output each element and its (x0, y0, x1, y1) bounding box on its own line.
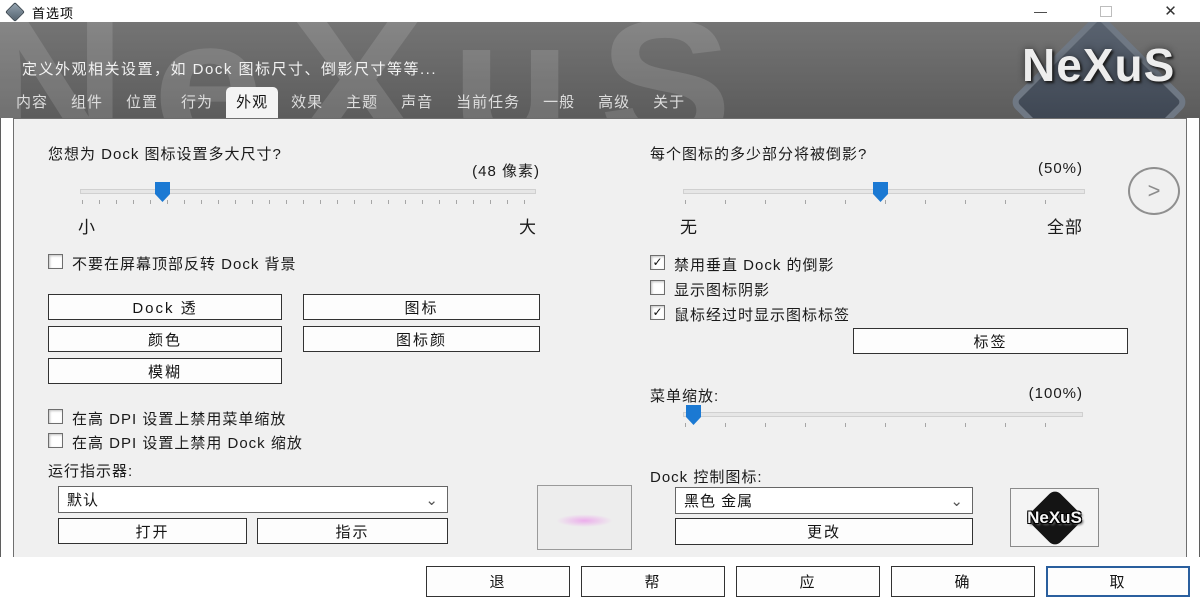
exit-button[interactable]: 退 (426, 566, 570, 597)
indicator-preview-box (537, 485, 632, 550)
disable-menu-zoom-high-dpi-checkbox[interactable] (48, 409, 63, 424)
menu-zoom-value: (100%) (920, 385, 1083, 402)
icon-size-value: (48 像素) (350, 160, 540, 181)
minimize-button[interactable]: — (1018, 0, 1063, 22)
close-button[interactable]: ✕ (1148, 0, 1193, 22)
reflection-value: (50%) (900, 160, 1083, 177)
disable-vertical-dock-reflection-label: 禁用垂直 Dock 的倒影 (674, 254, 835, 275)
tab-modules[interactable]: 组件 (61, 87, 113, 118)
reflection-min-label: 无 (680, 213, 698, 238)
chevron-down-icon: ⌄ (425, 491, 439, 509)
disable-vertical-dock-reflection-checkbox[interactable] (650, 255, 665, 270)
right-arrow-icon: > (1148, 178, 1161, 204)
blur-button[interactable]: 模糊 (48, 358, 282, 384)
indicate-button[interactable]: 指示 (257, 518, 448, 544)
running-indicator-selected-value: 默认 (67, 489, 99, 510)
tab-position[interactable]: 位置 (116, 87, 168, 118)
window-title: 首选项 (32, 3, 74, 22)
dock-control-icon-preview: NeXuS (1010, 488, 1099, 547)
running-indicator-select[interactable]: 默认 ⌄ (58, 486, 448, 513)
cancel-button[interactable]: 取 (1046, 566, 1190, 597)
nexus-mini-logo-text: NeXuS (1027, 508, 1082, 528)
disable-dock-zoom-high-dpi-checkbox[interactable] (48, 433, 63, 448)
tab-general[interactable]: 一般 (533, 87, 585, 118)
running-indicator-label: 运行指示器: (48, 460, 133, 481)
open-button[interactable]: 打开 (58, 518, 247, 544)
tab-description: 定义外观相关设置，如 Dock 图标尺寸、倒影尺寸等等... (22, 58, 437, 79)
show-icon-labels-label: 鼠标经过时显示图标标签 (674, 304, 850, 325)
change-button[interactable]: 更改 (675, 518, 973, 545)
maximize-icon (1100, 6, 1112, 17)
icons-button[interactable]: 图标 (303, 294, 540, 320)
show-icon-shadow-label: 显示图标阴影 (674, 279, 770, 300)
dock-control-selected-value: 黑色 金属 (684, 490, 753, 511)
tab-advanced[interactable]: 高级 (588, 87, 640, 118)
show-icon-labels-checkbox[interactable] (650, 305, 665, 320)
disable-menu-zoom-high-dpi-label: 在高 DPI 设置上禁用菜单缩放 (72, 408, 286, 429)
labels-button[interactable]: 标签 (853, 328, 1128, 354)
reflection-max-label: 全部 (1020, 213, 1083, 238)
nexus-logo-text: NeXuS (1022, 38, 1175, 92)
icon-size-max-label: 大 (507, 213, 537, 238)
tab-effects[interactable]: 效果 (281, 87, 333, 118)
icon-size-question: 您想为 Dock 图标设置多大尺寸? (48, 143, 282, 164)
tab-about[interactable]: 关于 (643, 87, 695, 118)
menu-zoom-label: 菜单缩放: (650, 385, 719, 406)
apply-button[interactable]: 应 (736, 566, 880, 597)
icon-size-min-label: 小 (78, 213, 96, 238)
header-band: NeXuS 定义外观相关设置，如 Dock 图标尺寸、倒影尺寸等等... NeX… (0, 22, 1200, 118)
maximize-button[interactable] (1083, 0, 1128, 22)
title-bar: 首选项 — ✕ (0, 0, 1200, 22)
no-invert-dock-background-label: 不要在屏幕顶部反转 Dock 背景 (72, 253, 297, 274)
tab-themes[interactable]: 主题 (336, 87, 388, 118)
tab-current-tasks[interactable]: 当前任务 (446, 87, 530, 118)
disable-dock-zoom-high-dpi-label: 在高 DPI 设置上禁用 Dock 缩放 (72, 432, 303, 453)
tab-behavior[interactable]: 行为 (171, 87, 223, 118)
show-icon-shadow-checkbox[interactable] (650, 280, 665, 295)
reflection-slider-ticks (685, 200, 1081, 204)
dock-control-icon-label: Dock 控制图标: (650, 466, 763, 487)
icon-size-slider-track[interactable] (80, 189, 536, 194)
no-invert-dock-background-checkbox[interactable] (48, 254, 63, 269)
color-button[interactable]: 颜色 (48, 326, 282, 352)
preferences-window: 首选项 — ✕ NeXuS 定义外观相关设置，如 Dock 图标尺寸、倒影尺寸等… (0, 0, 1200, 600)
icon-size-slider-ticks (82, 200, 534, 204)
reflection-question: 每个图标的多少部分将被倒影? (650, 143, 867, 164)
tab-sounds[interactable]: 声音 (391, 87, 443, 118)
dock-control-icon-select[interactable]: 黑色 金属 ⌄ (675, 487, 973, 514)
menu-zoom-slider-ticks (685, 423, 1081, 427)
next-page-button[interactable]: > (1128, 167, 1180, 215)
ok-button[interactable]: 确 (891, 566, 1035, 597)
tab-appearance[interactable]: 外观 (226, 87, 278, 118)
help-button[interactable]: 帮 (581, 566, 725, 597)
tab-strip: 内容 组件 位置 行为 外观 效果 主题 声音 当前任务 一般 高级 关于 (6, 90, 695, 118)
icon-color-button[interactable]: 图标颜 (303, 326, 540, 352)
menu-zoom-slider-track[interactable] (683, 412, 1083, 417)
tab-contents[interactable]: 内容 (6, 87, 58, 118)
dock-transparency-button[interactable]: Dock 透 (48, 294, 282, 320)
chevron-down-icon: ⌄ (950, 492, 964, 510)
app-diamond-icon (5, 2, 25, 22)
